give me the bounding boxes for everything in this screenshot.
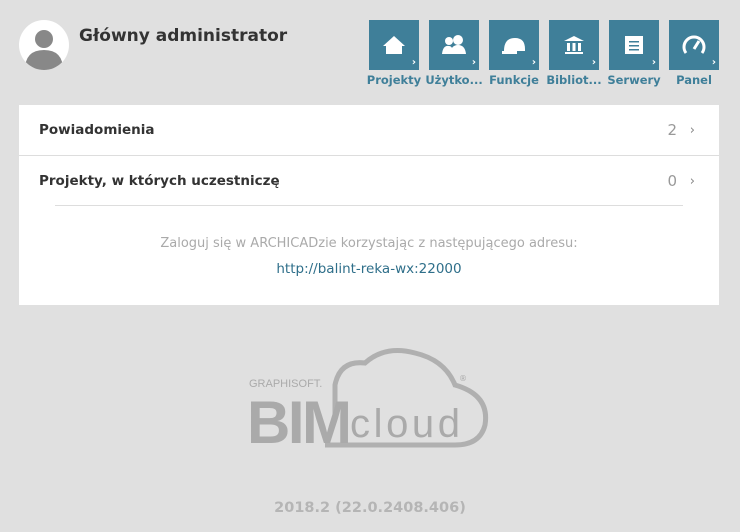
dashboard-card: Powiadomienia 2 › Projekty, w których ucze… — [19, 105, 719, 305]
house-icon — [383, 36, 405, 54]
version-label: 2018.2 (22.0.2408.406) — [274, 500, 466, 516]
users-icon — [442, 35, 466, 54]
svg-text:®: ® — [459, 374, 467, 383]
nav-label: Serwery — [607, 73, 661, 87]
hardhat-icon — [502, 38, 525, 54]
user-silhouette-icon — [25, 30, 63, 70]
page-title: Główny administrator — [79, 26, 288, 46]
notifications-row[interactable]: Powiadomienia 2 › — [19, 105, 719, 156]
avatar[interactable] — [19, 20, 69, 70]
row-count: 0 — [667, 172, 677, 190]
nav-label: Funkcje — [489, 73, 539, 87]
row-count: 2 — [667, 121, 677, 139]
nav-label: Panel — [676, 73, 712, 87]
my-projects-row[interactable]: Projekty, w których uczestniczę 0 › — [19, 156, 719, 206]
nav-users[interactable]: › Użytko... — [425, 20, 483, 87]
server-icon — [625, 36, 643, 54]
nav-projects[interactable]: › Projekty — [367, 20, 421, 87]
nav-label: Projekty — [366, 73, 422, 87]
row-label: Powiadomienia — [39, 122, 155, 138]
nav-servers[interactable]: › Serwery — [607, 20, 661, 87]
bimcloud-logo: GRAPHISOFT. BIM cloud ® — [247, 348, 489, 456]
gauge-icon — [682, 35, 706, 54]
nav-label: Bibliot... — [546, 73, 602, 87]
nav-libraries[interactable]: › Bibliot... — [546, 20, 602, 87]
svg-text:cloud: cloud — [350, 402, 460, 446]
chevron-right-icon: › — [689, 173, 695, 189]
nav-label: Użytko... — [425, 73, 483, 87]
nav-panel[interactable]: › Panel — [669, 20, 719, 87]
svg-text:BIM: BIM — [247, 389, 352, 456]
row-label: Projekty, w których uczestniczę — [39, 173, 280, 189]
library-icon — [564, 36, 584, 54]
login-hint: Zaloguj się w ARCHICADzie korzystając z … — [160, 236, 578, 251]
divider — [55, 205, 683, 206]
server-url-link[interactable]: http://balint-reka-wx:22000 — [19, 261, 719, 277]
chevron-right-icon: › — [689, 122, 695, 138]
nav-functions[interactable]: › Funkcje — [489, 20, 539, 87]
